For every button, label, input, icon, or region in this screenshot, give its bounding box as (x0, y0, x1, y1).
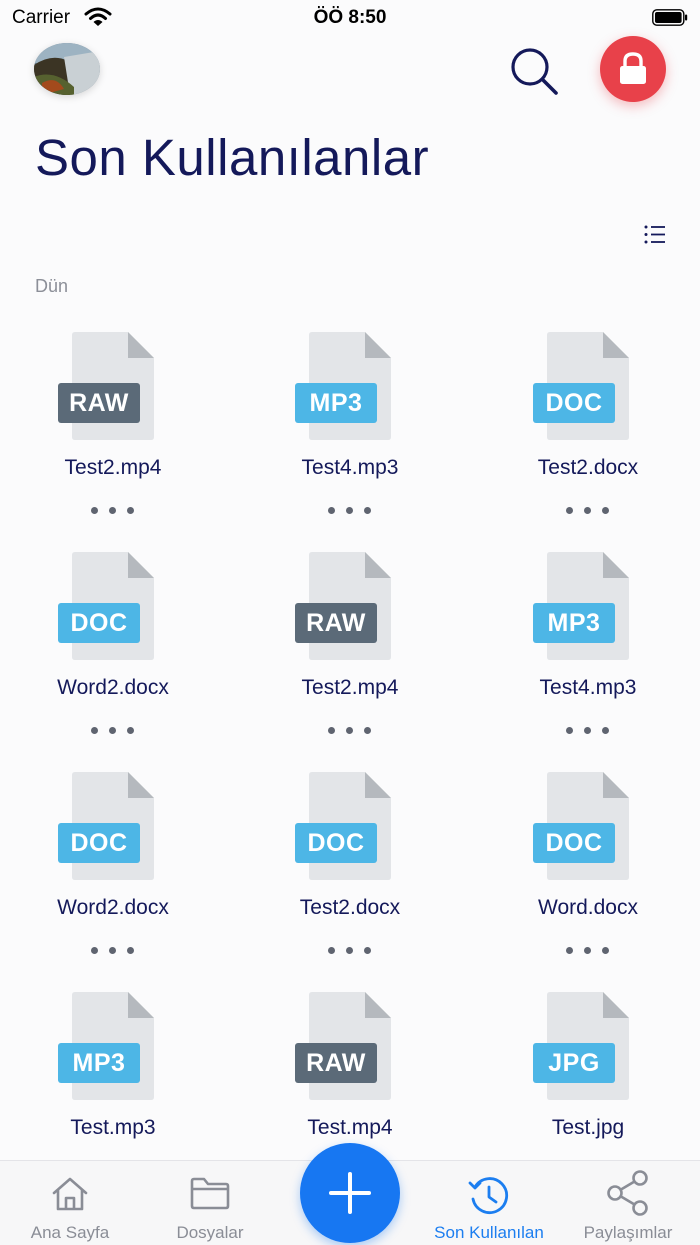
share-icon (607, 1170, 648, 1216)
search-icon (511, 48, 558, 95)
file-type-icon: MP3 (58, 992, 178, 1104)
file-type-badge: DOC (58, 823, 140, 863)
file-name: Test.jpg (551, 1116, 625, 1139)
file-type-icon: DOC (533, 332, 653, 444)
more-options-button[interactable] (91, 722, 135, 736)
file-type-icon: DOC (58, 772, 178, 884)
file-item[interactable]: DOC Test2.docx (231, 770, 469, 980)
history-icon (468, 1177, 509, 1215)
file-item[interactable]: MP3 Test4.mp3 (231, 330, 469, 540)
avatar-image (34, 43, 100, 95)
section-label-yesterday: Dün (35, 276, 69, 296)
file-name: Test2.mp4 (64, 456, 162, 479)
lock-button[interactable] (600, 36, 666, 102)
avatar[interactable] (34, 43, 100, 95)
file-type-badge: RAW (295, 603, 377, 643)
file-item[interactable]: DOC Word2.docx (0, 770, 232, 980)
more-options-button[interactable] (566, 722, 610, 736)
status-bar: Carrier ÖÖ 8:50 (0, 0, 700, 36)
file-item[interactable]: RAW Test2.mp4 (231, 550, 469, 760)
list-icon (644, 225, 665, 244)
file-type-badge: DOC (533, 383, 615, 423)
list-view-toggle[interactable] (640, 222, 670, 248)
file-name: Test2.docx (299, 896, 401, 919)
file-type-badge: MP3 (295, 383, 377, 423)
file-item[interactable]: DOC Test2.docx (469, 330, 700, 540)
tab-home-label: Ana Sayfa (30, 1223, 110, 1242)
file-type-icon: DOC (58, 552, 178, 664)
file-name: Test.mp3 (70, 1116, 156, 1139)
file-type-badge: RAW (58, 383, 140, 423)
lock-icon (620, 52, 646, 84)
file-name: Test2.docx (537, 456, 639, 479)
file-type-icon: RAW (58, 332, 178, 444)
file-type-badge: DOC (533, 823, 615, 863)
folder-icon (190, 1177, 230, 1210)
more-options-button[interactable] (328, 502, 372, 516)
tab-shares-label: Paylaşımlar (583, 1223, 673, 1242)
file-name: Word2.docx (57, 676, 169, 699)
file-name: Test4.mp3 (301, 456, 399, 479)
status-time: ÖÖ 8:50 (313, 7, 387, 28)
file-type-badge: RAW (295, 1043, 377, 1083)
search-button[interactable] (508, 45, 562, 99)
file-type-badge: DOC (58, 603, 140, 643)
tab-recent-label: Son Kullanılan (434, 1223, 544, 1242)
tab-home[interactable]: Ana Sayfa (10, 1161, 130, 1245)
file-type-icon: MP3 (533, 552, 653, 664)
more-options-button[interactable] (91, 502, 135, 516)
file-name: Word.docx (538, 896, 638, 919)
tab-files[interactable]: Dosyalar (150, 1161, 270, 1245)
tab-recent[interactable]: Son Kullanılan (424, 1161, 554, 1245)
file-name: Test2.mp4 (301, 676, 399, 699)
more-options-button[interactable] (328, 942, 372, 956)
file-type-badge: MP3 (58, 1043, 140, 1083)
file-type-badge: JPG (533, 1043, 615, 1083)
file-name: Test4.mp3 (539, 676, 637, 699)
home-icon (52, 1177, 88, 1211)
tab-shares[interactable]: Paylaşımlar (572, 1161, 684, 1245)
file-type-icon: MP3 (295, 332, 415, 444)
battery-icon (652, 9, 688, 26)
file-type-badge: MP3 (533, 603, 615, 643)
file-type-icon: DOC (295, 772, 415, 884)
file-item[interactable]: MP3 Test4.mp3 (469, 550, 700, 760)
more-options-button[interactable] (566, 502, 610, 516)
more-options-button[interactable] (328, 722, 372, 736)
file-name: Test.mp4 (307, 1116, 393, 1139)
file-type-icon: JPG (533, 992, 653, 1104)
more-options-button[interactable] (566, 942, 610, 956)
more-options-button[interactable] (91, 942, 135, 956)
file-name: Word2.docx (57, 896, 169, 919)
file-item[interactable]: RAW Test2.mp4 (0, 330, 232, 540)
plus-icon (329, 1172, 371, 1214)
file-type-icon: RAW (295, 992, 415, 1104)
page-title: Son Kullanılanlar (35, 129, 430, 186)
tab-files-label: Dosyalar (176, 1223, 244, 1242)
file-type-icon: RAW (295, 552, 415, 664)
file-type-icon: DOC (533, 772, 653, 884)
file-item[interactable]: DOC Word.docx (469, 770, 700, 980)
file-item[interactable]: DOC Word2.docx (0, 550, 232, 760)
add-button[interactable] (300, 1143, 400, 1243)
file-type-badge: DOC (295, 823, 377, 863)
